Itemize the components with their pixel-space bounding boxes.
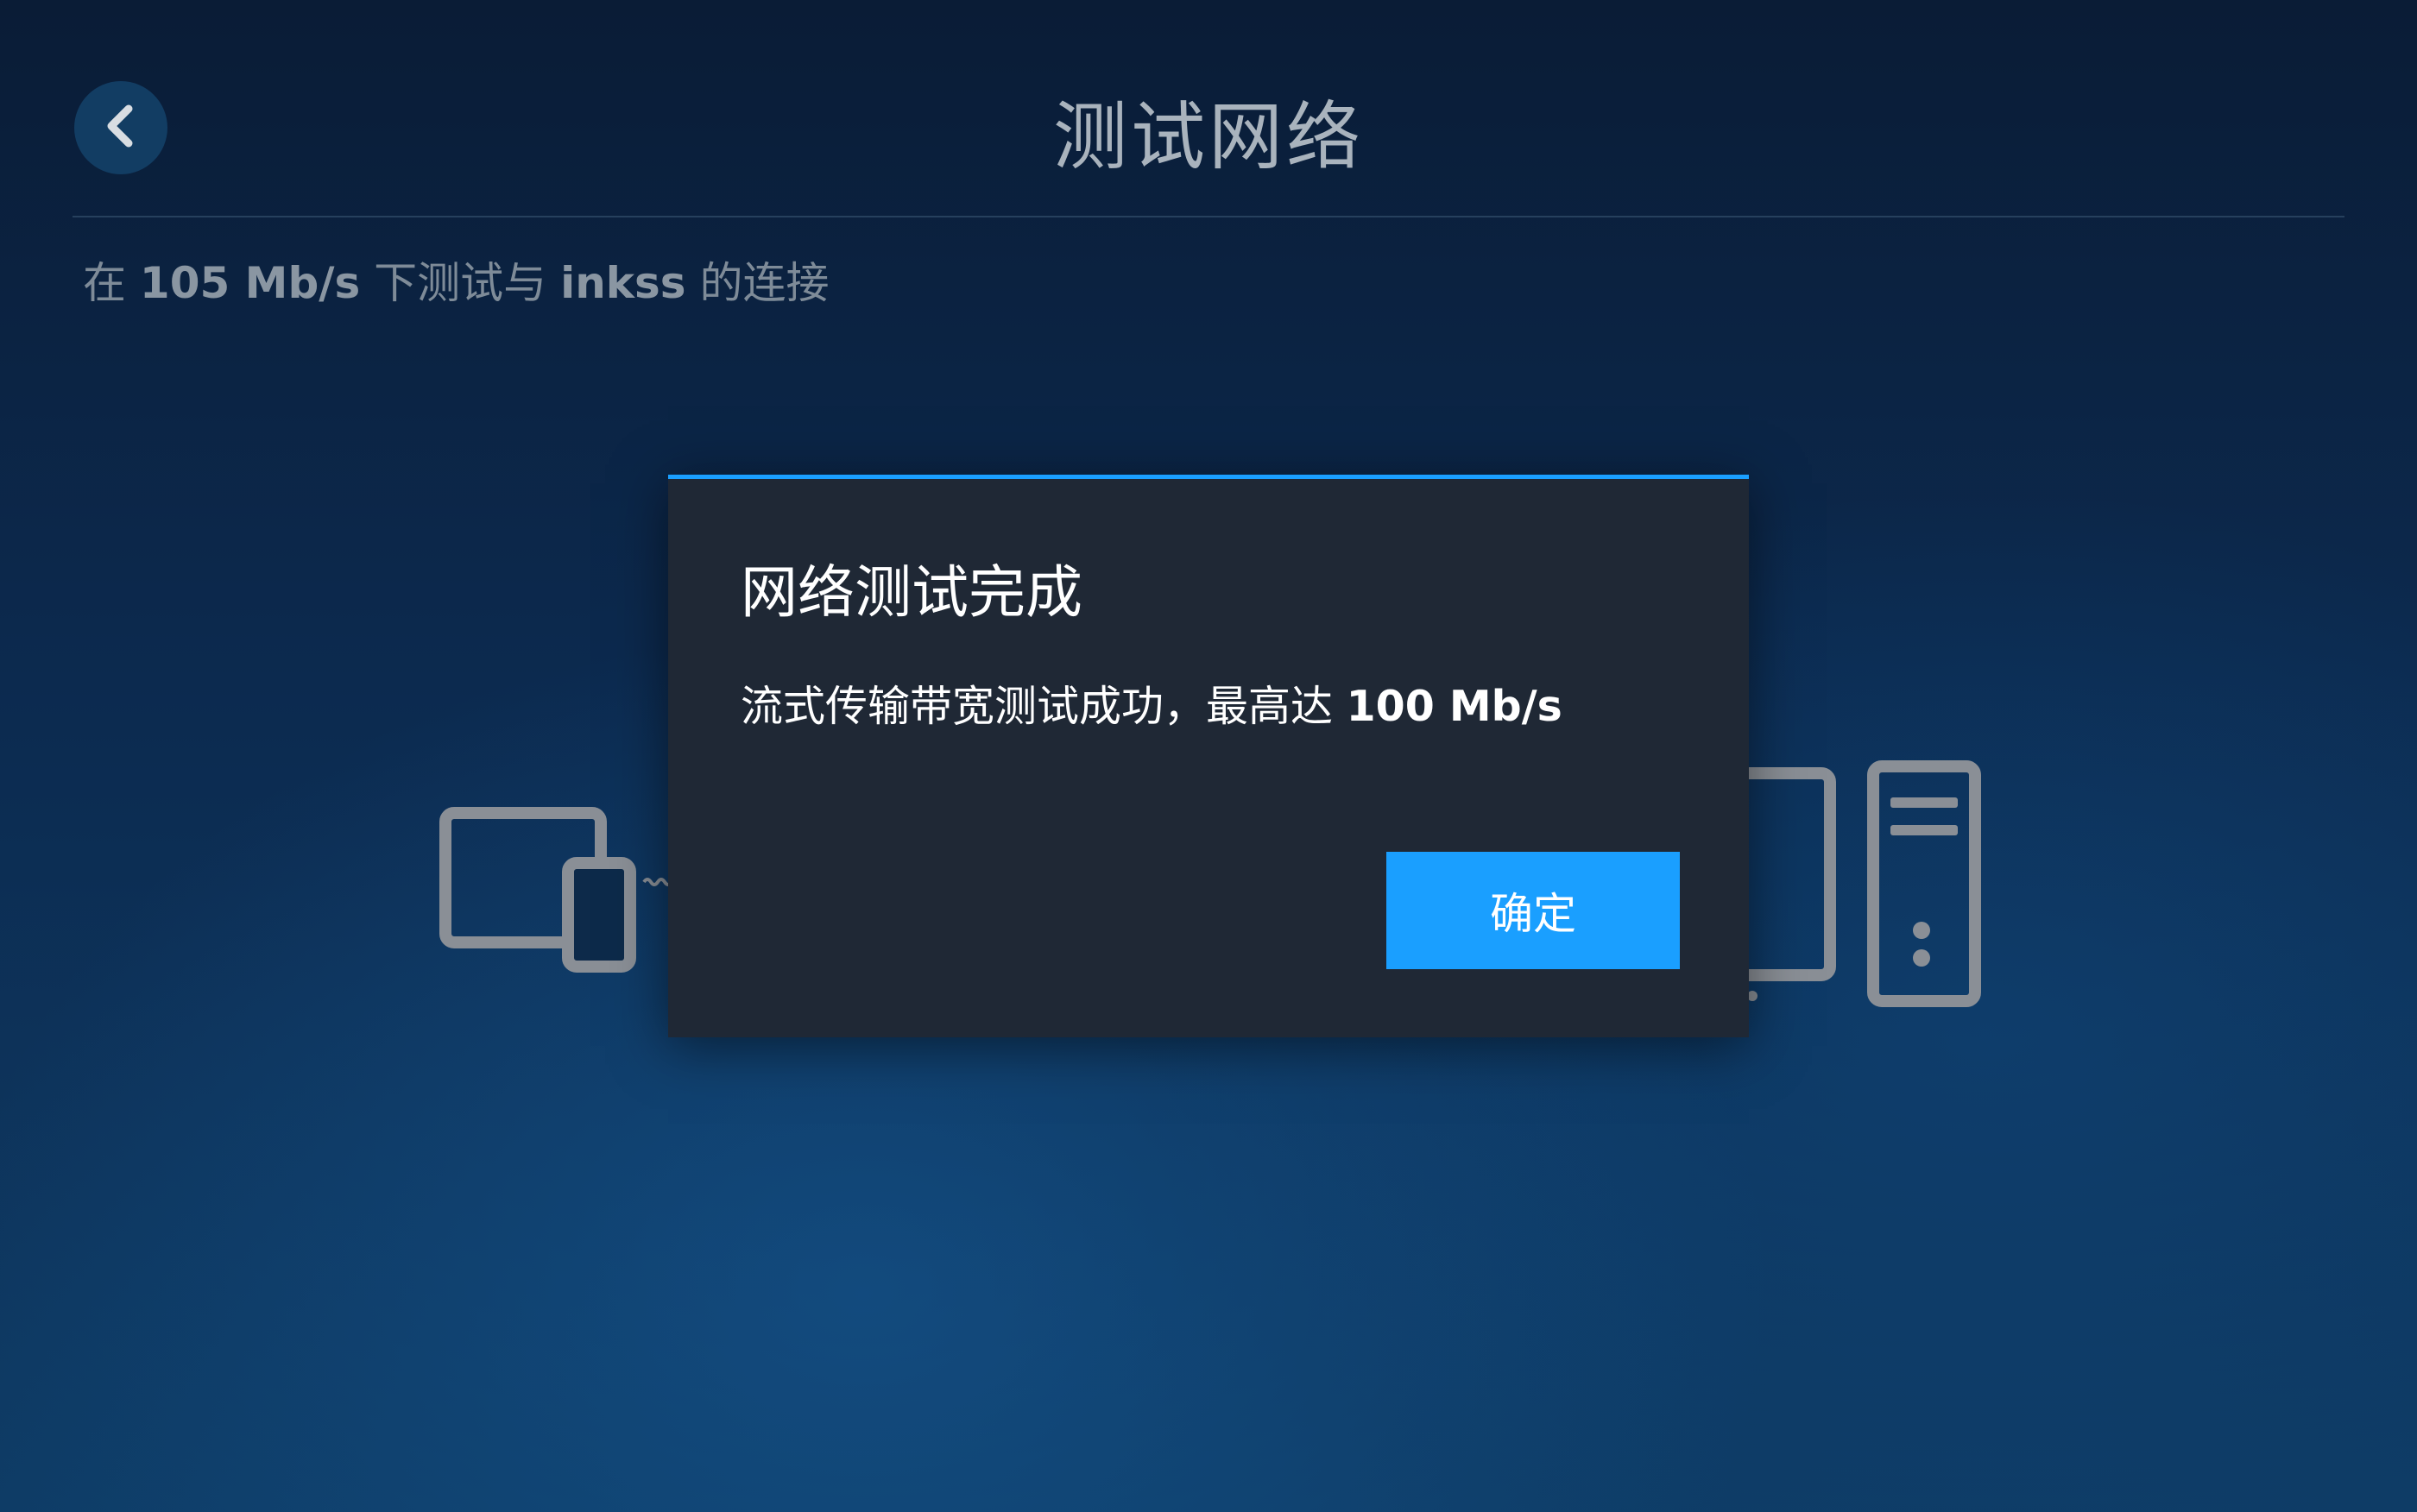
dialog-message-text: 流式传输带宽测试成功，最高达: [741, 682, 1347, 731]
dialog-bandwidth-value: 100 Mb/s: [1346, 682, 1562, 731]
server-device-illustration: [1669, 759, 1985, 1013]
client-device-illustration: [439, 806, 680, 982]
header-divider: [73, 216, 2344, 217]
ok-button[interactable]: 确定: [1386, 852, 1680, 969]
subtitle-speed: 105 Mb/s: [139, 258, 361, 308]
subtitle-prefix: 在: [83, 258, 140, 308]
subtitle-suffix: 的连接: [685, 258, 830, 308]
tablet-phone-icon: [439, 807, 636, 973]
desktop-tower-icon: [1669, 760, 1981, 1007]
test-complete-dialog: 网络测试完成 流式传输带宽测试成功，最高达 100 Mb/s 确定: [668, 475, 1749, 1037]
connection-subtitle: 在 105 Mb/s 下测试与 inkss 的连接: [83, 255, 829, 311]
dialog-title: 网络测试完成: [741, 559, 1082, 626]
dialog-message: 流式传输带宽测试成功，最高达 100 Mb/s: [741, 679, 1562, 734]
subtitle-middle: 下测试与: [360, 258, 561, 308]
page-title: 测试网络: [1053, 94, 1364, 180]
subtitle-host: inkss: [560, 258, 686, 308]
